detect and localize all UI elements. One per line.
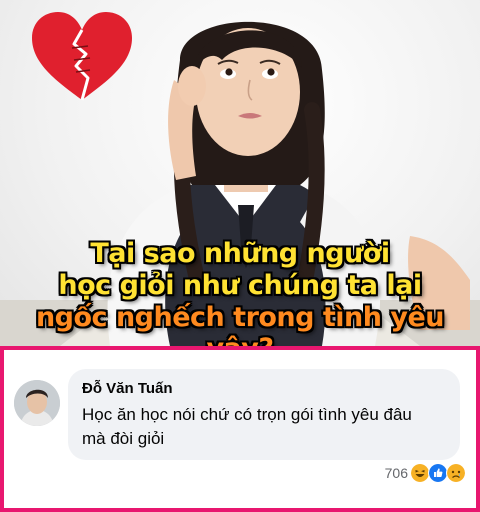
caption-line-1: Tại sao những người: [90, 238, 390, 269]
avatar-photo: [14, 380, 60, 426]
avatar[interactable]: [14, 380, 60, 426]
reaction-count: 706: [384, 465, 408, 481]
caption-line-3: ngốc nghếch trong tình yêu vậy?: [35, 302, 445, 346]
meme-image: Tại sao những người học giỏi như chúng t…: [0, 0, 480, 346]
comment-text-line-2: mà đòi giỏi: [82, 429, 165, 448]
comment-bubble[interactable]: Đỗ Văn Tuấn Học ăn học nói chứ có trọn g…: [68, 369, 460, 460]
haha-icon: [410, 463, 430, 483]
reaction-summary[interactable]: 706: [385, 462, 466, 484]
caption-line-2: học giỏi như chúng ta lại: [58, 270, 422, 301]
comment-author[interactable]: Đỗ Văn Tuấn: [82, 380, 446, 398]
comment-text-line-1: Học ăn học nói chứ có trọn gói tình yêu …: [82, 405, 412, 424]
sad-icon: [446, 463, 466, 483]
broken-heart-icon: [32, 12, 132, 101]
comment-text: Học ăn học nói chứ có trọn gói tình yêu …: [82, 403, 446, 451]
like-icon: [428, 463, 448, 483]
